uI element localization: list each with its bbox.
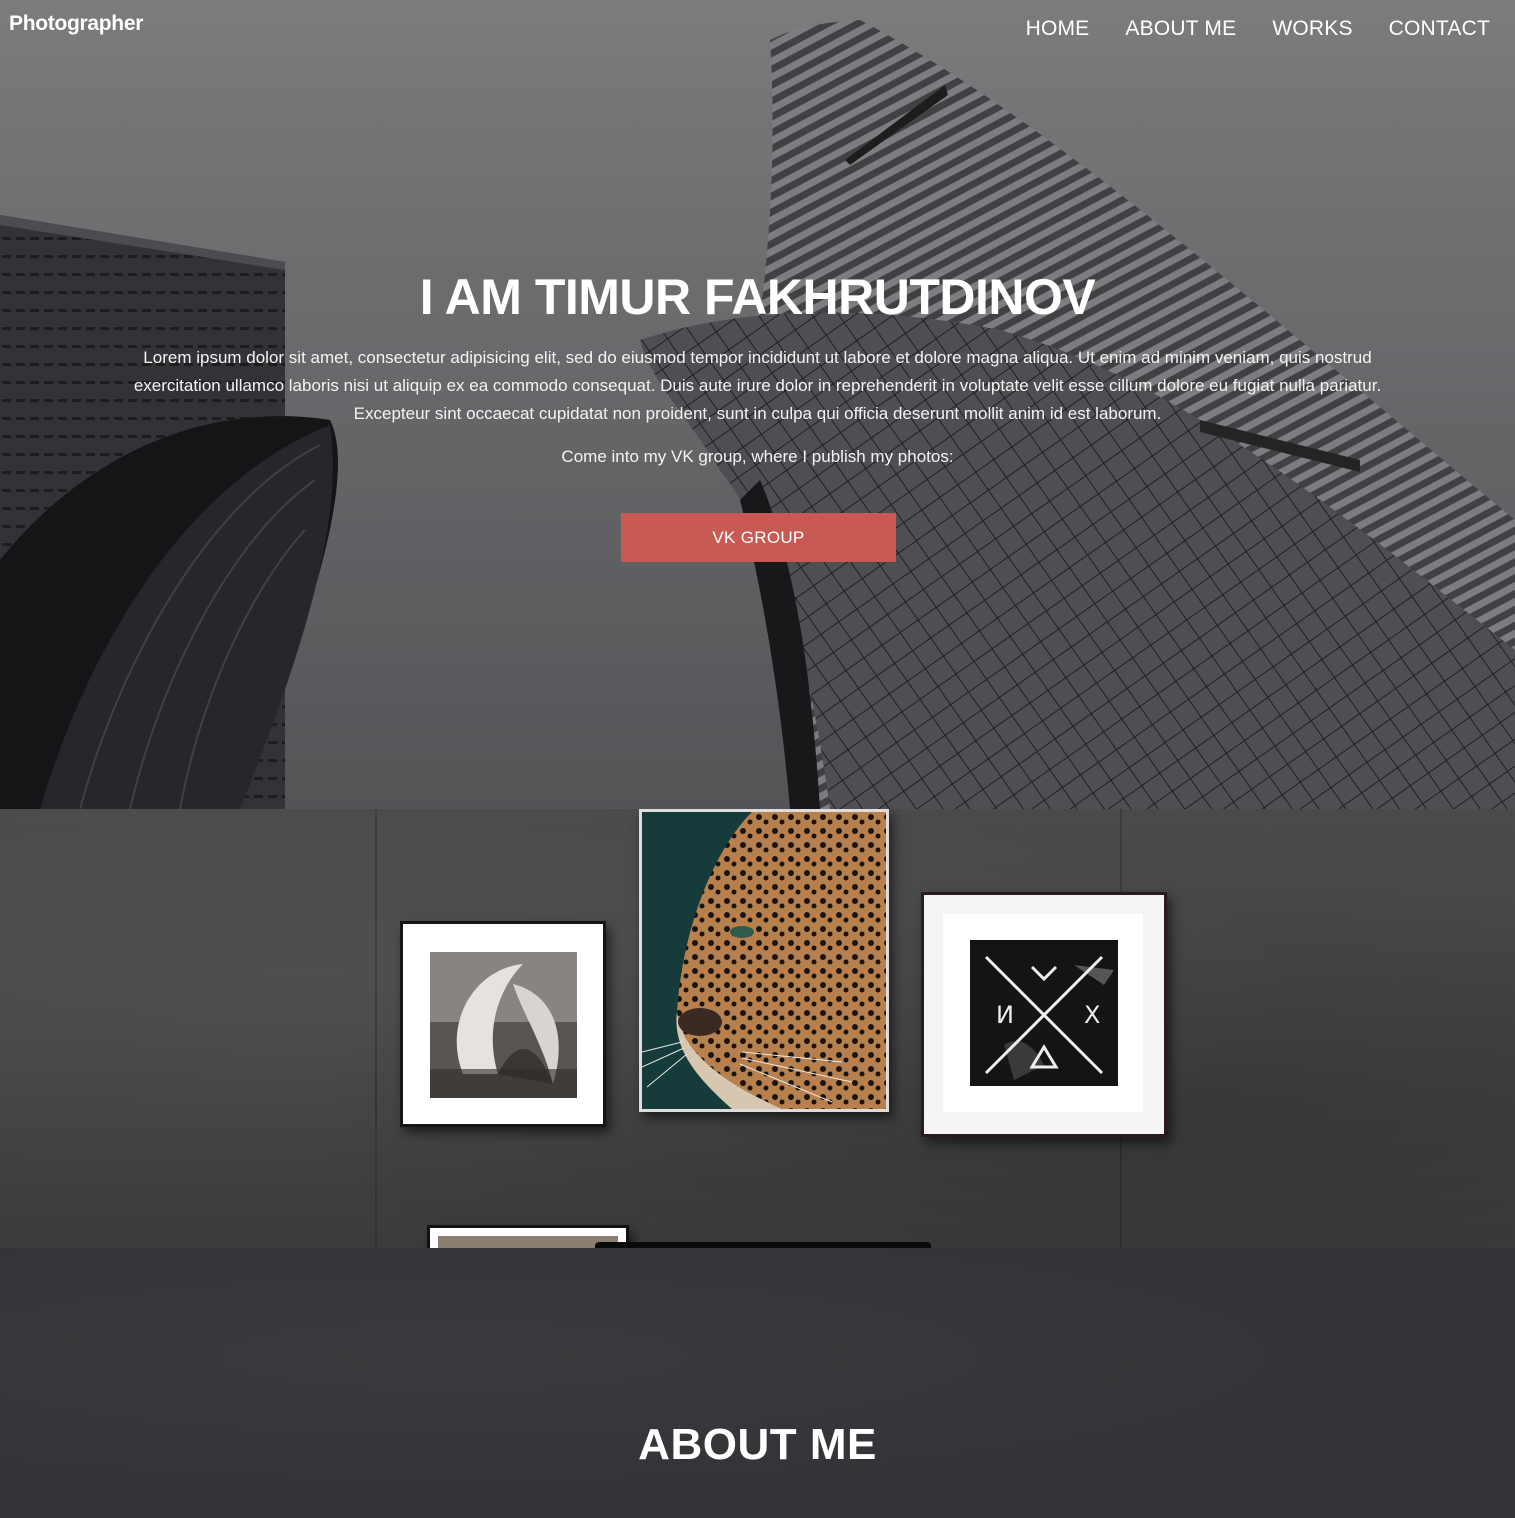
about-section: ABOUT ME (0, 1248, 1515, 1518)
gallery-frame-abstract[interactable] (400, 921, 606, 1127)
vk-group-button[interactable]: VK GROUP (621, 513, 896, 562)
main-nav: HOME ABOUT ME WORKS CONTACT (1026, 17, 1490, 41)
gallery-wall: И X (0, 809, 1515, 1248)
brand-logo[interactable]: Photographer (9, 12, 143, 36)
nav-works[interactable]: WORKS (1272, 17, 1352, 41)
wall-seam (375, 809, 377, 1248)
about-title: ABOUT ME (638, 1420, 877, 1469)
nav-contact[interactable]: CONTACT (1389, 17, 1490, 41)
hero-section: Photographer HOME ABOUT ME WORKS CONTACT… (0, 0, 1515, 809)
svg-text:И: И (996, 1001, 1014, 1029)
svg-text:X: X (1084, 1001, 1100, 1029)
gallery-frame-leopard[interactable] (639, 809, 889, 1112)
gallery-frame-symbols[interactable]: И X (921, 892, 1167, 1137)
hero-cta-text: Come into my VK group, where I publish m… (561, 447, 954, 466)
abstract-photo (430, 952, 577, 1098)
leopard-photo (641, 812, 886, 1109)
hero-description: Lorem ipsum dolor sit amet, consectetur … (133, 348, 1382, 423)
hero-title: I AM TIMUR FAKHRUTDINOV (419, 269, 1096, 325)
nav-about-me[interactable]: ABOUT ME (1125, 17, 1236, 41)
symbols-photo: И X (943, 914, 1143, 1112)
nav-home[interactable]: HOME (1026, 17, 1090, 41)
